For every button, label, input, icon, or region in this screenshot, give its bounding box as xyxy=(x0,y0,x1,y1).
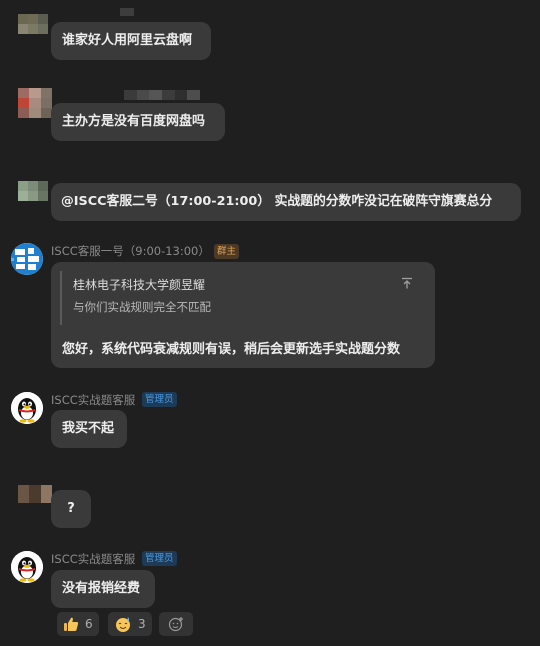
message-bubble[interactable]: ? xyxy=(51,490,91,528)
blurred-avatar[interactable] xyxy=(18,181,48,201)
blurred-avatar[interactable] xyxy=(18,485,52,503)
message-bubble[interactable]: 没有报销经费 xyxy=(51,570,155,608)
message-bubble[interactable]: 谁家好人用阿里云盘啊 xyxy=(51,22,211,60)
penguin-avatar[interactable] xyxy=(11,392,43,424)
quoted-text[interactable]: 与你们实战规则完全不匹配 xyxy=(73,299,211,315)
message-bubble[interactable]: @ISCC客服二号（17:00-21:00） 实战题的分数咋没记在破阵守旗赛总分 xyxy=(51,183,521,221)
sender-name[interactable]: ISCC实战题客服 xyxy=(51,551,135,567)
penguin-avatar[interactable] xyxy=(11,551,43,583)
message-bubble[interactable]: 主办方是没有百度网盘吗 xyxy=(51,103,225,141)
reaction-thumbs-up[interactable]: 6 xyxy=(57,612,99,636)
add-reaction-button[interactable] xyxy=(159,612,193,636)
blurred-name xyxy=(120,8,134,16)
message-text: 您好，系统代码衰减规则有误，稍后会更新选手实战题分数 xyxy=(62,342,401,357)
quote-bar xyxy=(60,271,62,325)
reaction-count: 3 xyxy=(138,617,146,631)
blue-logo-icon xyxy=(11,243,43,275)
blurred-name xyxy=(124,90,200,100)
owner-badge: 群主 xyxy=(214,244,240,259)
admin-badge: 管理员 xyxy=(142,392,177,407)
quoted-sender[interactable]: 桂林电子科技大学颜昱耀 xyxy=(73,276,205,293)
admin-badge: 管理员 xyxy=(142,551,177,566)
blurred-avatar[interactable] xyxy=(18,88,52,118)
message-bubble[interactable]: 我买不起 xyxy=(51,410,127,448)
reaction-sweat-smile[interactable]: 3 xyxy=(108,612,152,636)
sweat-smile-icon xyxy=(116,617,130,632)
penguin-icon xyxy=(11,392,43,424)
group-owner-avatar[interactable] xyxy=(11,243,43,275)
thumbs-up-icon xyxy=(64,617,79,631)
add-reaction-icon xyxy=(168,617,183,632)
jump-to-quote-icon[interactable] xyxy=(401,277,413,293)
penguin-icon xyxy=(11,551,43,583)
reply-message-bubble[interactable]: 桂林电子科技大学颜昱耀 与你们实战规则完全不匹配 您好，系统代码衰减规则有误，稍… xyxy=(51,262,435,368)
blurred-avatar[interactable] xyxy=(18,14,48,34)
sender-name[interactable]: ISCC实战题客服 xyxy=(51,392,135,408)
sender-name[interactable]: ISCC客服一号（9:00-13:00） xyxy=(51,243,210,259)
reaction-count: 6 xyxy=(85,617,93,631)
